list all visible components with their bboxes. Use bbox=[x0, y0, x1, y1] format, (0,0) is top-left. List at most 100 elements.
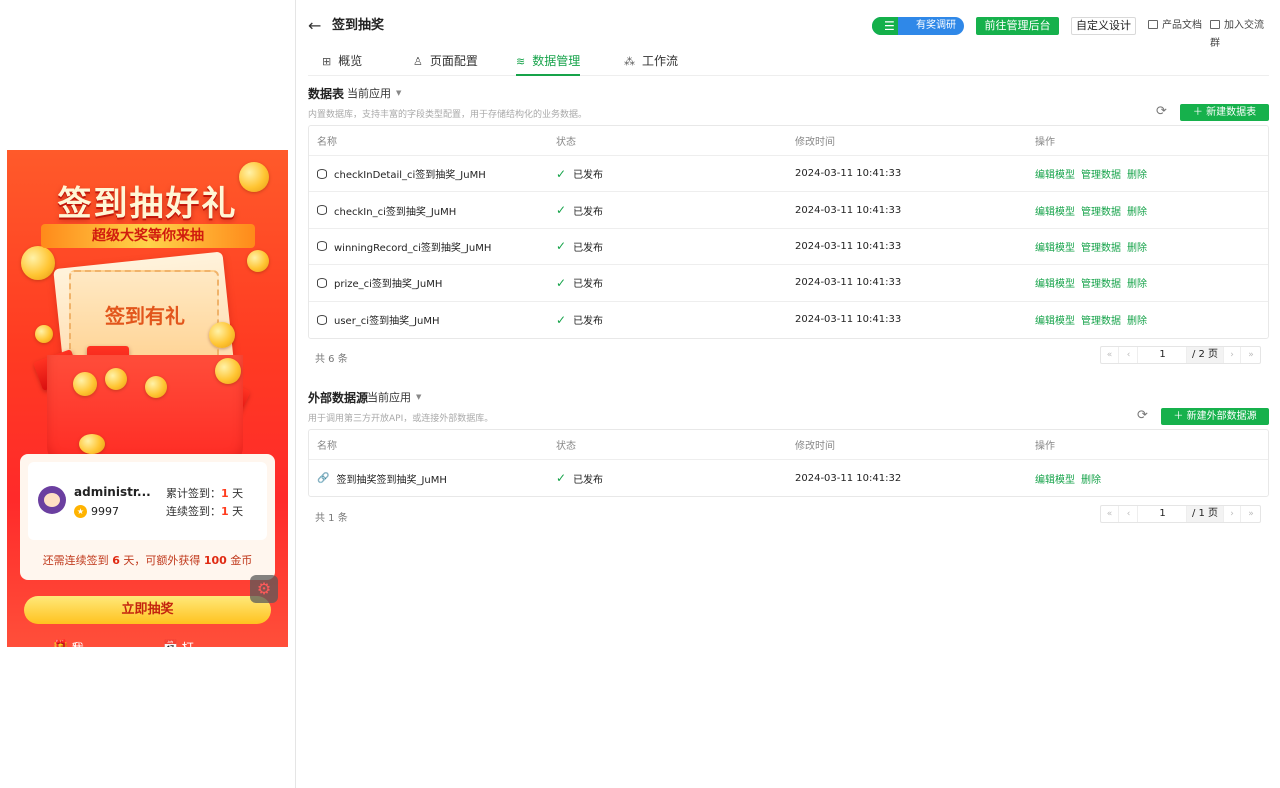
tip-suffix: 金币 bbox=[230, 554, 253, 567]
row-ops: 编辑模型 管理数据 删除 bbox=[1035, 265, 1153, 300]
checkin-records-link[interactable]: 📅 打卡记录 › bbox=[163, 639, 194, 647]
day-unit: 天 bbox=[232, 487, 244, 500]
column-header: 操作 bbox=[1035, 441, 1055, 452]
edit-model-link[interactable]: 编辑模型 bbox=[1035, 471, 1075, 486]
draw-button[interactable]: 立即抽奖 bbox=[24, 596, 271, 624]
row-name: prize_ci签到抽奖_JuMH bbox=[317, 265, 442, 300]
row-name-text: 签到抽奖签到抽奖_JuMH bbox=[336, 474, 447, 486]
tab-page-config[interactable]: ♙ 页面配置 bbox=[413, 50, 478, 76]
new-data-table-button[interactable]: ＋ 新建数据表 bbox=[1180, 104, 1269, 121]
streak-tip: 还需连续签到 6 天，可额外获得 100 金币 bbox=[20, 552, 275, 568]
edit-model-link[interactable]: 编辑模型 bbox=[1035, 203, 1075, 218]
link-icon: 🔗 bbox=[317, 472, 330, 484]
edit-model-link[interactable]: 编辑模型 bbox=[1035, 166, 1075, 181]
row-name: user_ci签到抽奖_JuMH bbox=[317, 302, 440, 338]
row-ops: 编辑模型 删除 bbox=[1035, 460, 1107, 496]
new-external-source-button[interactable]: ＋ 新建外部数据源 bbox=[1161, 408, 1269, 425]
row-name-text: winningRecord_ci签到抽奖_JuMH bbox=[334, 242, 492, 254]
row-name-text: checkIn_ci签到抽奖_JuMH bbox=[334, 206, 457, 218]
chat-icon bbox=[1210, 20, 1220, 29]
edit-model-link[interactable]: 编辑模型 bbox=[1035, 239, 1075, 254]
username: administr... bbox=[74, 485, 151, 499]
tab-overview[interactable]: ⊞ 概览 bbox=[322, 50, 362, 76]
manage-data-link[interactable]: 管理数据 bbox=[1081, 203, 1121, 218]
coin-decoration bbox=[73, 372, 97, 396]
manage-data-link[interactable]: 管理数据 bbox=[1081, 275, 1121, 290]
settings-gear-icon[interactable]: ⚙ bbox=[250, 575, 278, 603]
external-sources-total: 共 1 条 bbox=[315, 513, 348, 524]
page-input[interactable]: 1 bbox=[1139, 506, 1187, 522]
last-page-icon[interactable]: » bbox=[1242, 506, 1260, 522]
custom-design-button[interactable]: 自定义设计 bbox=[1071, 17, 1136, 35]
caret-down-icon: ▼ bbox=[416, 393, 422, 401]
survey-label: 有奖调研 bbox=[916, 20, 956, 31]
external-sources-table: 名称 状态 修改时间 操作 🔗 签到抽奖签到抽奖_JuMH ✓ 已发布 2024-0… bbox=[308, 429, 1269, 498]
external-sources-filter[interactable]: 当前应用 ▼ bbox=[367, 389, 421, 405]
refresh-icon[interactable]: ⟳ bbox=[1156, 104, 1167, 119]
row-name-text: prize_ci签到抽奖_JuMH bbox=[334, 279, 443, 291]
tab-label: 页面配置 bbox=[429, 54, 478, 68]
my-prizes-link[interactable]: 🎁 我的奖品 › bbox=[53, 639, 84, 647]
streak-checkin: 连续签到：1 天 bbox=[166, 503, 243, 519]
delete-link[interactable]: 删除 bbox=[1081, 471, 1101, 486]
data-tables-filter[interactable]: 当前应用 ▼ bbox=[347, 85, 401, 101]
first-page-icon[interactable]: « bbox=[1101, 506, 1119, 522]
docs-link[interactable]: 产品文档 bbox=[1148, 17, 1202, 35]
check-icon: ✓ bbox=[556, 166, 567, 181]
delete-link[interactable]: 删除 bbox=[1127, 312, 1147, 327]
mobile-preview: 签到有礼 签到抽好礼 超级大奖等你来抽 administr... ★ 9997 … bbox=[7, 150, 288, 647]
delete-link[interactable]: 删除 bbox=[1127, 203, 1147, 218]
row-status-text: 已发布 bbox=[573, 474, 604, 486]
streak-checkin-value: 1 bbox=[221, 505, 229, 518]
row-status: ✓ 已发布 bbox=[556, 156, 603, 191]
prev-page-icon[interactable]: ‹ bbox=[1120, 347, 1138, 363]
goto-admin-button[interactable]: 前往管理后台 bbox=[976, 17, 1059, 35]
database-icon bbox=[317, 241, 327, 252]
table-header: 名称 状态 修改时间 操作 bbox=[309, 126, 1268, 156]
manage-data-link[interactable]: 管理数据 bbox=[1081, 312, 1121, 327]
tab-label: 数据管理 bbox=[532, 54, 581, 68]
row-status-text: 已发布 bbox=[573, 206, 604, 218]
refresh-icon[interactable]: ⟳ bbox=[1137, 408, 1148, 423]
workflow-icon: ⁂ bbox=[624, 55, 635, 68]
my-prizes-label: 我的奖品 bbox=[72, 639, 84, 647]
coin-decoration bbox=[209, 322, 235, 348]
next-page-icon[interactable]: › bbox=[1223, 506, 1241, 522]
coin-decoration bbox=[247, 250, 269, 272]
manage-data-link[interactable]: 管理数据 bbox=[1081, 239, 1121, 254]
column-header: 修改时间 bbox=[795, 137, 835, 148]
first-page-icon[interactable]: « bbox=[1101, 347, 1119, 363]
envelope-body bbox=[47, 355, 243, 465]
last-page-icon[interactable]: » bbox=[1242, 347, 1260, 363]
preview-ribbon: 超级大奖等你来抽 bbox=[41, 224, 255, 248]
manage-data-link[interactable]: 管理数据 bbox=[1081, 166, 1121, 181]
tip-mid: 天，可额外获得 bbox=[123, 554, 201, 567]
row-status: ✓ 已发布 bbox=[556, 229, 603, 264]
edit-model-link[interactable]: 编辑模型 bbox=[1035, 312, 1075, 327]
prev-page-icon[interactable]: ‹ bbox=[1120, 506, 1138, 522]
row-status: ✓ 已发布 bbox=[556, 460, 603, 496]
page-input[interactable]: 1 bbox=[1139, 347, 1187, 363]
edit-model-link[interactable]: 编辑模型 bbox=[1035, 275, 1075, 290]
arrow-left-icon[interactable]: ← bbox=[308, 14, 321, 38]
coin-decoration bbox=[21, 246, 55, 280]
check-icon: ✓ bbox=[556, 312, 567, 327]
delete-link[interactable]: 删除 bbox=[1127, 166, 1147, 181]
next-page-icon[interactable]: › bbox=[1223, 347, 1241, 363]
data-tables-total: 共 6 条 bbox=[315, 354, 348, 365]
tab-workflow[interactable]: ⁂ 工作流 bbox=[624, 50, 678, 76]
user-config-icon: ♙ bbox=[413, 55, 423, 68]
row-ops: 编辑模型 管理数据 删除 bbox=[1035, 229, 1153, 264]
column-header: 状态 bbox=[556, 441, 576, 452]
tab-data-management[interactable]: ≋ 数据管理 bbox=[516, 50, 581, 76]
row-modified: 2024-03-11 10:41:33 bbox=[795, 314, 902, 326]
survey-button[interactable]: ☰ 有奖调研 bbox=[872, 17, 964, 35]
table-row: prize_ci签到抽奖_JuMH ✓ 已发布 2024-03-11 10:41:… bbox=[309, 265, 1268, 302]
delete-link[interactable]: 删除 bbox=[1127, 275, 1147, 290]
coin-decoration bbox=[215, 358, 241, 384]
join-group-link[interactable]: 加入交流群 bbox=[1210, 17, 1269, 53]
delete-link[interactable]: 删除 bbox=[1127, 239, 1147, 254]
top-bar: ← 签到抽奖 ☰ 有奖调研 前往管理后台 自定义设计 产品文档 加入交流群 bbox=[308, 14, 1269, 49]
tab-bar: ⊞ 概览 ♙ 页面配置 ≋ 数据管理 ⁂ 工作流 bbox=[308, 50, 1269, 76]
table-row: checkIn_ci签到抽奖_JuMH ✓ 已发布 2024-03-11 10:4… bbox=[309, 192, 1268, 229]
